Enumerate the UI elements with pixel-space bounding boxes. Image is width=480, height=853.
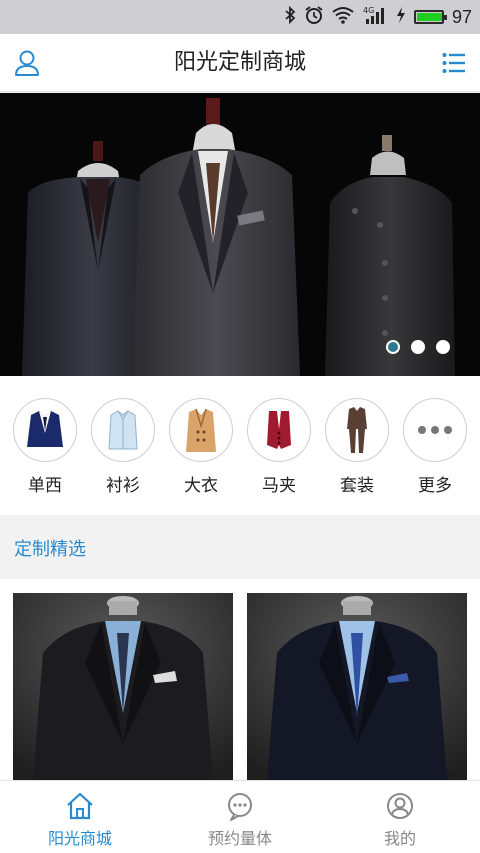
category-label: 马夹 [262,476,296,496]
network-label: 4G [363,6,374,15]
category-label: 衬衫 [106,476,140,496]
tab-home[interactable]: 阳光商城 [0,791,160,849]
tab-label: 我的 [383,829,416,848]
category-label: 大衣 [184,476,218,496]
status-icons: 4G 97 [284,5,472,30]
signal-icon: 4G [362,5,388,30]
carousel-dot[interactable] [436,340,450,354]
tab-appointment[interactable]: 预约量体 [160,791,320,849]
battery-fill [416,13,443,21]
profile-icon [385,791,415,821]
category-label: 单西 [28,476,62,496]
wifi-icon [332,6,354,29]
category-shirt[interactable]: 衬衫 [90,398,156,496]
category-more[interactable]: 更多 [402,398,468,496]
tab-label: 阳光商城 [47,829,112,848]
product-image [13,593,233,780]
banner-image [0,93,480,376]
category-label: 更多 [418,476,452,496]
product-grid [0,579,480,780]
section-title: 定制精选 [14,539,86,560]
battery-icon [413,10,447,24]
shirt-icon [91,398,155,462]
list-menu-icon[interactable] [442,52,466,74]
tab-label: 预约量体 [207,829,272,848]
product-card[interactable] [13,593,233,780]
product-card[interactable] [247,593,467,780]
category-coat[interactable]: 大衣 [168,398,234,496]
alarm-icon [304,5,324,30]
charging-icon [396,6,406,29]
suit-icon [325,398,389,462]
carousel-dot[interactable] [411,340,425,354]
battery-level: 97 [451,6,472,27]
more-icon [403,398,467,462]
app-header: 阳光定制商城 [0,34,480,92]
chat-icon [225,791,255,821]
category-row: 单西 衬衫 大衣 马夹 套装 更多 [0,376,480,515]
home-icon [65,791,95,821]
tab-profile[interactable]: 我的 [320,791,480,849]
carousel-dot-active[interactable] [386,340,400,354]
category-suit[interactable]: 套装 [324,398,390,496]
section-header: 定制精选 [0,515,480,579]
category-blazer[interactable]: 单西 [12,398,78,496]
blazer-icon [13,398,77,462]
category-label: 套装 [340,476,374,496]
status-bar: 4G 97 [0,0,480,34]
page-title: 阳光定制商城 [173,50,306,75]
banner-carousel[interactable] [0,93,480,376]
coat-icon [169,398,233,462]
vest-icon [247,398,311,462]
category-vest[interactable]: 马夹 [246,398,312,496]
carousel-dots [386,340,450,354]
product-image [247,593,467,780]
bluetooth-icon [284,5,296,29]
bottom-tab-bar: 阳光商城 预约量体 我的 [0,780,480,853]
